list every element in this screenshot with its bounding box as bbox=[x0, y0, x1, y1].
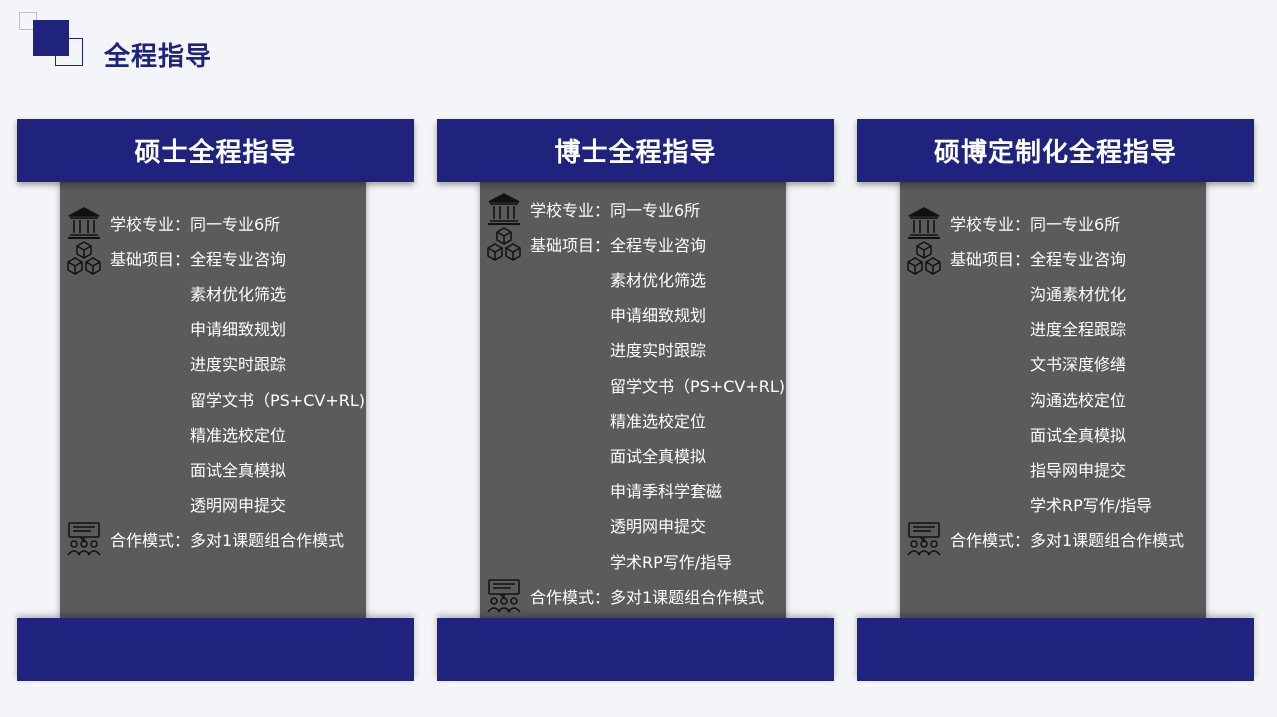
row-value: 全程专业咨询 bbox=[610, 235, 707, 255]
basic-item-row: 指导网申提交 bbox=[900, 451, 1206, 486]
column-body: 学校专业： 同一专业6所 基础项目： 全程专业咨询 沟通素材优化 进度全程跟踪 文书深度修缮… bbox=[900, 179, 1206, 619]
row-value: 学术RP写作/指导 bbox=[1030, 496, 1153, 516]
basic-item-row: 学术RP写作/指导 bbox=[480, 543, 786, 578]
row-value: 多对1课题组合作模式 bbox=[1030, 531, 1185, 551]
row-label: 合作模式： bbox=[530, 587, 611, 607]
basic-item-row: 留学文书（PS+CV+RL) bbox=[60, 381, 366, 416]
basic-item-row: 素材优化筛选 bbox=[60, 275, 366, 310]
column-header: 硕士全程指导 bbox=[17, 119, 414, 182]
basic-item-row: 沟通选校定位 bbox=[900, 381, 1206, 416]
column-body: 学校专业： 同一专业6所 基础项目： 全程专业咨询 素材优化筛选 申请细致规划 进度实时跟踪… bbox=[60, 179, 366, 619]
row-label: 基础项目： bbox=[950, 249, 1031, 269]
stacked-cubes-icon bbox=[66, 240, 102, 276]
row-value: 精准选校定位 bbox=[190, 425, 287, 445]
column-title: 硕士全程指导 bbox=[134, 138, 297, 168]
row-value: 透明网申提交 bbox=[610, 517, 707, 537]
row-value: 全程专业咨询 bbox=[1030, 249, 1127, 269]
logo-outline-square-2 bbox=[55, 38, 83, 66]
basic-item-row: 精准选校定位 bbox=[60, 416, 366, 451]
basic-item-row: 沟通素材优化 bbox=[900, 275, 1206, 310]
school-row: 学校专业： 同一专业6所 bbox=[60, 205, 366, 240]
basic-item-row: 申请细致规划 bbox=[60, 311, 366, 346]
column-header: 博士全程指导 bbox=[437, 119, 834, 182]
row-value: 学术RP写作/指导 bbox=[610, 552, 733, 572]
stacked-cubes-icon bbox=[486, 226, 522, 262]
basic-item-row: 精准选校定位 bbox=[480, 402, 786, 437]
basic-row: 基础项目： 全程专业咨询 bbox=[480, 226, 786, 261]
team-presentation-icon bbox=[66, 521, 102, 557]
column-footer bbox=[17, 618, 414, 681]
stacked-cubes-icon bbox=[906, 240, 942, 276]
team-presentation-icon bbox=[906, 521, 942, 557]
page-title: 全程指导 bbox=[104, 42, 213, 72]
row-value: 面试全真模拟 bbox=[610, 446, 707, 466]
row-value: 面试全真模拟 bbox=[190, 460, 287, 480]
university-building-icon bbox=[66, 205, 102, 241]
row-value: 进度实时跟踪 bbox=[610, 341, 707, 361]
basic-item-row: 文书深度修缮 bbox=[900, 346, 1206, 381]
row-value: 素材优化筛选 bbox=[610, 270, 707, 290]
column-title: 硕博定制化全程指导 bbox=[933, 138, 1177, 168]
row-value: 沟通选校定位 bbox=[1030, 390, 1127, 410]
row-value: 多对1课题组合作模式 bbox=[610, 587, 765, 607]
basic-row: 基础项目： 全程专业咨询 bbox=[60, 240, 366, 275]
basic-row: 基础项目： 全程专业咨询 bbox=[900, 240, 1206, 275]
column-footer bbox=[437, 618, 834, 681]
basic-item-row: 进度实时跟踪 bbox=[60, 346, 366, 381]
service-column-2: 学校专业： 同一专业6所 基础项目： 全程专业咨询 素材优化筛选 申请细致规划 进度实时跟踪… bbox=[437, 119, 834, 681]
row-value: 多对1课题组合作模式 bbox=[190, 531, 345, 551]
row-value: 文书深度修缮 bbox=[1030, 355, 1127, 375]
basic-item-row: 进度全程跟踪 bbox=[900, 311, 1206, 346]
row-value: 申请季科学套磁 bbox=[610, 482, 723, 502]
column-body: 学校专业： 同一专业6所 基础项目： 全程专业咨询 素材优化筛选 申请细致规划 进度实时跟踪… bbox=[480, 179, 786, 619]
column-title: 博士全程指导 bbox=[554, 138, 717, 168]
basic-item-row: 学术RP写作/指导 bbox=[900, 487, 1206, 522]
row-value: 指导网申提交 bbox=[1030, 460, 1127, 480]
row-label: 学校专业： bbox=[530, 200, 611, 220]
service-column-3: 学校专业： 同一专业6所 基础项目： 全程专业咨询 沟通素材优化 进度全程跟踪 文书深度修缮… bbox=[857, 119, 1254, 681]
coop-row: 合作模式： 多对1课题组合作模式 bbox=[480, 578, 786, 613]
row-value: 精准选校定位 bbox=[610, 411, 707, 431]
basic-item-row: 面试全真模拟 bbox=[60, 451, 366, 486]
basic-item-row: 透明网申提交 bbox=[60, 487, 366, 522]
coop-row: 合作模式： 多对1课题组合作模式 bbox=[900, 522, 1206, 557]
basic-item-row: 进度实时跟踪 bbox=[480, 332, 786, 367]
basic-item-row: 面试全真模拟 bbox=[900, 416, 1206, 451]
row-value: 申请细致规划 bbox=[610, 306, 707, 326]
row-label: 学校专业： bbox=[110, 214, 191, 234]
row-value: 面试全真模拟 bbox=[1030, 425, 1127, 445]
coop-row: 合作模式： 多对1课题组合作模式 bbox=[60, 522, 366, 557]
row-value: 同一专业6所 bbox=[1030, 214, 1121, 234]
basic-item-row: 透明网申提交 bbox=[480, 508, 786, 543]
school-row: 学校专业： 同一专业6所 bbox=[900, 205, 1206, 240]
team-presentation-icon bbox=[486, 578, 522, 614]
row-value: 申请细致规划 bbox=[190, 320, 287, 340]
row-value: 素材优化筛选 bbox=[190, 284, 287, 304]
service-column-1: 学校专业： 同一专业6所 基础项目： 全程专业咨询 素材优化筛选 申请细致规划 进度实时跟踪… bbox=[17, 119, 414, 681]
row-value: 全程专业咨询 bbox=[190, 249, 287, 269]
basic-item-row: 面试全真模拟 bbox=[480, 437, 786, 472]
row-label: 基础项目： bbox=[530, 235, 611, 255]
basic-item-row: 留学文书（PS+CV+RL) bbox=[480, 367, 786, 402]
row-value: 透明网申提交 bbox=[190, 496, 287, 516]
row-label: 合作模式： bbox=[110, 531, 191, 551]
row-value: 同一专业6所 bbox=[610, 200, 701, 220]
basic-item-row: 申请季科学套磁 bbox=[480, 473, 786, 508]
row-value: 留学文书（PS+CV+RL) bbox=[610, 376, 786, 396]
row-label: 基础项目： bbox=[110, 249, 191, 269]
university-building-icon bbox=[486, 191, 522, 227]
row-label: 合作模式： bbox=[950, 531, 1031, 551]
school-row: 学校专业： 同一专业6所 bbox=[480, 191, 786, 226]
basic-item-row: 素材优化筛选 bbox=[480, 261, 786, 296]
row-value: 进度全程跟踪 bbox=[1030, 320, 1127, 340]
row-value: 沟通素材优化 bbox=[1030, 284, 1127, 304]
university-building-icon bbox=[906, 205, 942, 241]
row-value: 留学文书（PS+CV+RL) bbox=[190, 390, 366, 410]
row-value: 同一专业6所 bbox=[190, 214, 281, 234]
row-label: 学校专业： bbox=[950, 214, 1031, 234]
column-header: 硕博定制化全程指导 bbox=[857, 119, 1254, 182]
row-value: 进度实时跟踪 bbox=[190, 355, 287, 375]
column-footer bbox=[857, 618, 1254, 681]
basic-item-row: 申请细致规划 bbox=[480, 297, 786, 332]
